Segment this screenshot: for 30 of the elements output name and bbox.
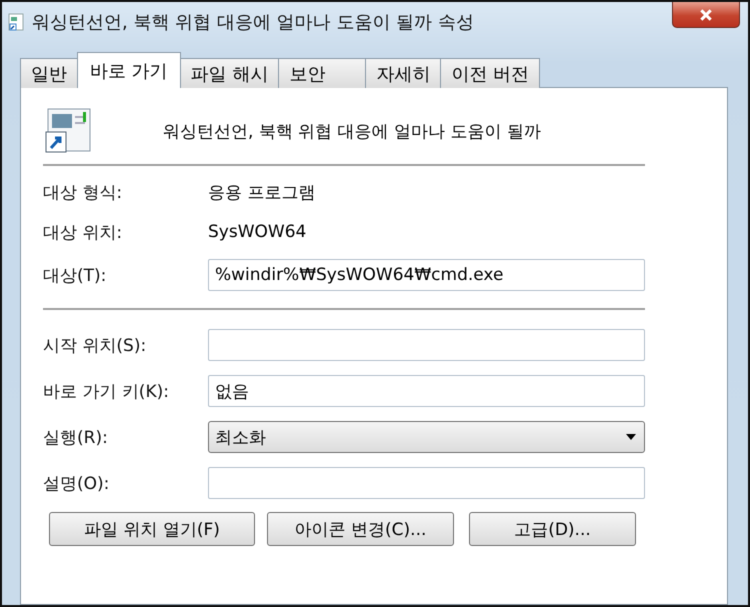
tab[interactable]: 일반 [20,58,78,88]
field-label: 시작 위치(S): [43,334,148,356]
tab[interactable]: 파일 해시 [180,58,280,88]
window-title: 워싱턴선언, 북핵 위협 대응에 얼마나 도움이 될까 속성 [32,11,474,34]
input-field[interactable]: %windir%₩SysWOW64₩cmd.exe [208,259,645,291]
field-label: 설명(O): [43,472,110,494]
button[interactable]: 고급(D)... [469,512,636,546]
shortcut-file-icon [8,13,24,31]
input-field[interactable] [208,329,645,361]
dropdown[interactable]: 최소화 [208,421,645,453]
shortcut-file-icon [45,108,93,154]
caret-icon [626,434,636,440]
close-icon [699,8,713,22]
field-label: 대상 형식: [43,182,124,204]
field-label: 대상 위치: [43,222,124,244]
field-label: 실행(R): [43,426,109,448]
button[interactable]: 아이콘 변경(C)... [267,512,454,546]
input-field[interactable]: 없음 [208,375,645,407]
tab[interactable]: 바로 가기 [77,52,181,88]
field-value: 응용 프로그램 [208,182,316,204]
close-button[interactable] [672,2,740,28]
button[interactable]: 파일 위치 열기(F) [49,512,255,546]
tab[interactable]: 이전 버전 [440,58,540,88]
shortcut-name: 워싱턴선언, 북핵 위협 대응에 얼마나 도움이 될까 [163,120,541,142]
field-label: 바로 가기 키(K): [43,380,170,402]
field-value: SysWOW64 [208,222,306,242]
input-field[interactable] [208,467,645,499]
tab[interactable]: 자세히 [365,58,442,88]
tab[interactable]: 보안 [278,58,366,88]
field-label: 대상(T): [43,264,108,286]
